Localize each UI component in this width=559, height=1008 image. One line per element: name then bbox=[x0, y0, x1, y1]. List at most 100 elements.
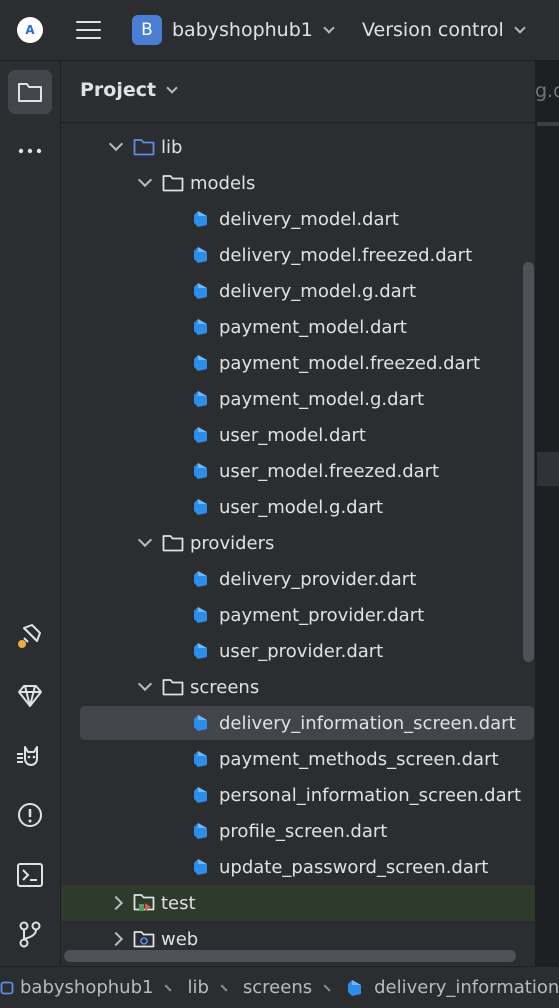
version-control-menu[interactable]: Version control bbox=[362, 15, 526, 45]
tree-item-label: test bbox=[161, 892, 196, 914]
dart-file-icon bbox=[191, 496, 213, 518]
tree-file-item[interactable]: personal_information_screen.dart bbox=[61, 777, 535, 813]
problems-icon[interactable] bbox=[8, 793, 52, 837]
tree-item-label: personal_information_screen.dart bbox=[219, 784, 522, 806]
project-view-selector[interactable]: Project bbox=[80, 79, 178, 101]
tree-folder-item[interactable]: test bbox=[61, 885, 535, 921]
tree-folder-item[interactable]: models bbox=[61, 165, 535, 201]
dart-file-icon bbox=[191, 352, 213, 374]
tree-item-label: user_model.dart bbox=[219, 424, 366, 446]
expand-chevron-down-icon[interactable] bbox=[136, 174, 154, 192]
tree-file-item[interactable]: delivery_provider.dart bbox=[61, 561, 535, 597]
dart-file-icon bbox=[191, 280, 213, 302]
dart-file-icon bbox=[191, 820, 213, 842]
editor-tab-fragment[interactable]: g.d bbox=[535, 80, 559, 102]
breadcrumb-screens[interactable]: screens bbox=[243, 977, 312, 998]
expand-chevron-down-icon[interactable] bbox=[107, 138, 125, 156]
tree-item-content: lib bbox=[107, 129, 182, 165]
tree-item-content: user_model.g.dart bbox=[165, 489, 383, 525]
tree-item-content: user_model.dart bbox=[165, 417, 366, 453]
breadcrumb-file[interactable]: delivery_information_screen.dart bbox=[346, 977, 559, 998]
tree-item-label: lib bbox=[161, 136, 183, 158]
cat-icon[interactable] bbox=[8, 734, 52, 778]
more-icon[interactable] bbox=[8, 129, 52, 173]
editor-highlight-line bbox=[537, 452, 559, 486]
breadcrumb: babyshophub1 lib screens delivery_inform… bbox=[0, 966, 559, 1008]
tree-item-content: payment_model.g.dart bbox=[165, 381, 424, 417]
expand-chevron-down-icon[interactable] bbox=[136, 678, 154, 696]
tree-file-item[interactable]: payment_methods_screen.dart bbox=[61, 741, 535, 777]
web-folder-icon bbox=[133, 928, 155, 950]
tree-item-content: update_password_screen.dart bbox=[165, 849, 488, 885]
tree-item-content: payment_model.freezed.dart bbox=[165, 345, 480, 381]
folder-icon bbox=[162, 676, 184, 698]
dart-file-icon bbox=[191, 316, 213, 338]
dart-file-icon bbox=[191, 460, 213, 482]
terminal-icon[interactable] bbox=[8, 853, 52, 897]
tree-item-label: profile_screen.dart bbox=[219, 820, 388, 842]
tree-item-label: payment_methods_screen.dart bbox=[219, 748, 499, 770]
version-control-label: Version control bbox=[362, 19, 504, 41]
tree-folder-item[interactable]: lib bbox=[61, 129, 535, 165]
tree-item-label: payment_model.g.dart bbox=[219, 388, 425, 410]
expand-chevron-down-icon[interactable] bbox=[136, 534, 154, 552]
tree-file-item[interactable]: delivery_model.g.dart bbox=[61, 273, 535, 309]
project-panel: Project lib models delivery_model.dartdeli… bbox=[61, 61, 535, 966]
editor-area bbox=[535, 61, 559, 966]
android-studio-logo-icon bbox=[17, 17, 43, 43]
tree-item-content: payment_provider.dart bbox=[165, 597, 424, 633]
dart-file-icon bbox=[191, 208, 213, 230]
dart-file-icon bbox=[191, 640, 213, 662]
dart-file-icon bbox=[191, 244, 213, 266]
flutter-inspector-icon[interactable] bbox=[8, 614, 52, 658]
tree-file-item[interactable]: delivery_information_screen.dart bbox=[61, 705, 535, 741]
tree-file-item[interactable]: user_model.freezed.dart bbox=[61, 453, 535, 489]
tree-file-item[interactable]: delivery_model.dart bbox=[61, 201, 535, 237]
vertical-scrollbar[interactable] bbox=[523, 262, 534, 662]
tree-file-item[interactable]: user_model.dart bbox=[61, 417, 535, 453]
tree-file-item[interactable]: user_model.g.dart bbox=[61, 489, 535, 525]
tree-file-item[interactable]: delivery_model.freezed.dart bbox=[61, 237, 535, 273]
folder-icon bbox=[162, 172, 184, 194]
project-name: babyshophub1 bbox=[172, 19, 313, 41]
tree-folder-item[interactable]: providers bbox=[61, 525, 535, 561]
tree-item-content: user_model.freezed.dart bbox=[165, 453, 439, 489]
dart-file-icon bbox=[191, 568, 213, 590]
dart-file-icon bbox=[191, 712, 213, 734]
tree-item-label: user_provider.dart bbox=[219, 640, 384, 662]
tree-file-item[interactable]: user_provider.dart bbox=[61, 633, 535, 669]
expand-chevron-right-icon[interactable] bbox=[107, 894, 125, 912]
tree-folder-item[interactable]: screens bbox=[61, 669, 535, 705]
tree-item-label: delivery_information_screen.dart bbox=[219, 712, 516, 734]
tree-item-content: delivery_model.g.dart bbox=[165, 273, 416, 309]
tree-item-label: web bbox=[161, 928, 199, 950]
tree-item-label: user_model.freezed.dart bbox=[219, 460, 440, 482]
expand-chevron-right-icon[interactable] bbox=[107, 930, 125, 948]
tree-file-item[interactable]: payment_provider.dart bbox=[61, 597, 535, 633]
tree-item-content: delivery_provider.dart bbox=[165, 561, 416, 597]
tree-file-item[interactable]: update_password_screen.dart bbox=[61, 849, 535, 885]
tree-item-label: delivery_model.g.dart bbox=[219, 280, 417, 302]
tree-file-item[interactable]: payment_model.freezed.dart bbox=[61, 345, 535, 381]
dart-file-icon bbox=[191, 856, 213, 878]
tree-file-item[interactable]: payment_model.g.dart bbox=[61, 381, 535, 417]
project-folder-icon[interactable] bbox=[8, 70, 52, 114]
tree-item-content: user_provider.dart bbox=[165, 633, 383, 669]
breadcrumb-project[interactable]: babyshophub1 bbox=[0, 977, 153, 998]
horizontal-scrollbar[interactable] bbox=[64, 950, 516, 962]
project-panel-title: Project bbox=[80, 79, 157, 101]
project-panel-header: Project bbox=[61, 61, 535, 123]
project-switcher[interactable]: B babyshophub1 bbox=[132, 15, 335, 45]
ruby-gem-icon[interactable] bbox=[8, 674, 52, 718]
breadcrumb-lib[interactable]: lib bbox=[187, 977, 208, 998]
tree-item-label: user_model.g.dart bbox=[219, 496, 384, 518]
git-icon[interactable] bbox=[8, 912, 52, 956]
module-icon bbox=[0, 981, 14, 994]
tree-file-item[interactable]: profile_screen.dart bbox=[61, 813, 535, 849]
tree-file-item[interactable]: payment_model.dart bbox=[61, 309, 535, 345]
tree-item-content: personal_information_screen.dart bbox=[165, 777, 521, 813]
dart-file-icon bbox=[191, 388, 213, 410]
tree-item-content: screens bbox=[136, 669, 259, 705]
main-menu-icon[interactable] bbox=[76, 19, 101, 41]
tree-item-label: delivery_model.freezed.dart bbox=[219, 244, 473, 266]
